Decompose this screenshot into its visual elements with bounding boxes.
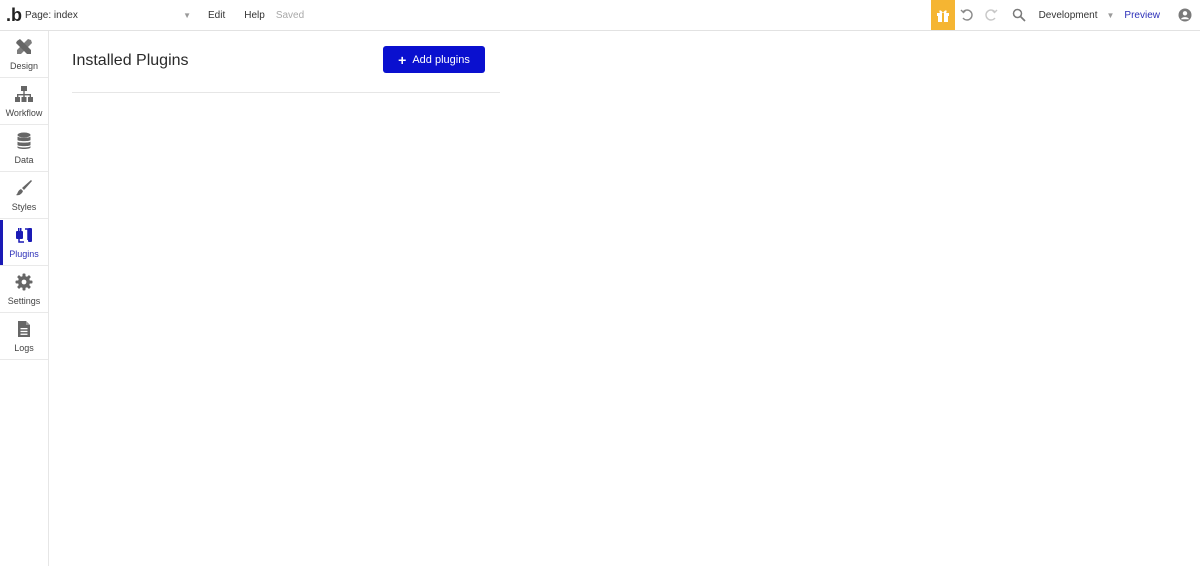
gear-icon	[14, 272, 34, 292]
help-menu[interactable]: Help	[244, 10, 265, 21]
undo-button[interactable]	[955, 0, 979, 30]
sidebar-item-label: Styles	[11, 202, 37, 212]
sidebar-item-logs[interactable]: Logs	[0, 313, 48, 360]
account-button[interactable]	[1170, 0, 1200, 30]
add-plugins-button[interactable]: + Add plugins	[383, 46, 485, 73]
page-title: Installed Plugins	[72, 52, 189, 69]
sidebar-item-plugins[interactable]: Plugins	[0, 219, 48, 266]
document-icon	[14, 319, 34, 339]
sidebar-item-label: Settings	[7, 296, 41, 306]
redo-button[interactable]	[979, 0, 1003, 30]
environment-label: Development	[1038, 9, 1098, 21]
environment-selector[interactable]: Development ▼	[1039, 10, 1115, 21]
sidebar-item-label: Data	[14, 155, 34, 165]
sidebar-item-styles[interactable]: Styles	[0, 172, 48, 219]
redo-icon	[984, 9, 998, 21]
left-sidebar: Design Workflow Data Styles Plugins Sett…	[0, 31, 49, 566]
design-icon	[14, 37, 34, 57]
undo-icon	[960, 9, 973, 21]
edit-menu[interactable]: Edit	[208, 10, 225, 21]
top-bar: .b Page: index ▼ Edit Help Saved Develop…	[0, 0, 1200, 31]
chevron-down-icon: ▼	[1106, 10, 1115, 20]
gift-icon	[936, 10, 949, 22]
sidebar-item-workflow[interactable]: Workflow	[0, 78, 48, 125]
page-selector-label: Page: index	[25, 9, 78, 21]
bubble-logo[interactable]: .b	[3, 0, 25, 30]
account-icon	[1178, 8, 1192, 22]
preview-link[interactable]: Preview	[1124, 10, 1160, 21]
sidebar-item-label: Logs	[14, 343, 34, 353]
sidebar-item-label: Plugins	[9, 249, 39, 259]
main-panel: Installed Plugins + Add plugins	[49, 31, 1200, 566]
sidebar-item-data[interactable]: Data	[0, 125, 48, 172]
database-icon	[14, 131, 34, 151]
page-selector[interactable]: Page: index ▼	[25, 0, 195, 30]
app-window: .b Page: index ▼ Edit Help Saved Develop…	[0, 0, 1200, 566]
top-bar-right: Development ▼ Preview	[930, 0, 1200, 30]
sidebar-item-design[interactable]: Design	[0, 31, 48, 78]
workflow-icon	[14, 84, 34, 104]
chevron-down-icon: ▼	[183, 10, 191, 20]
section-divider	[72, 92, 500, 93]
plugin-icon	[14, 225, 34, 245]
gift-button[interactable]	[930, 0, 955, 30]
save-status: Saved	[275, 9, 305, 21]
sidebar-item-label: Workflow	[5, 108, 43, 118]
add-plugins-label: Add plugins	[412, 53, 470, 66]
search-button[interactable]	[1007, 0, 1031, 30]
brush-icon	[14, 178, 34, 198]
plus-icon: +	[398, 51, 407, 68]
sidebar-item-label: Design	[9, 61, 38, 71]
search-icon	[1012, 8, 1026, 22]
sidebar-item-settings[interactable]: Settings	[0, 266, 48, 313]
